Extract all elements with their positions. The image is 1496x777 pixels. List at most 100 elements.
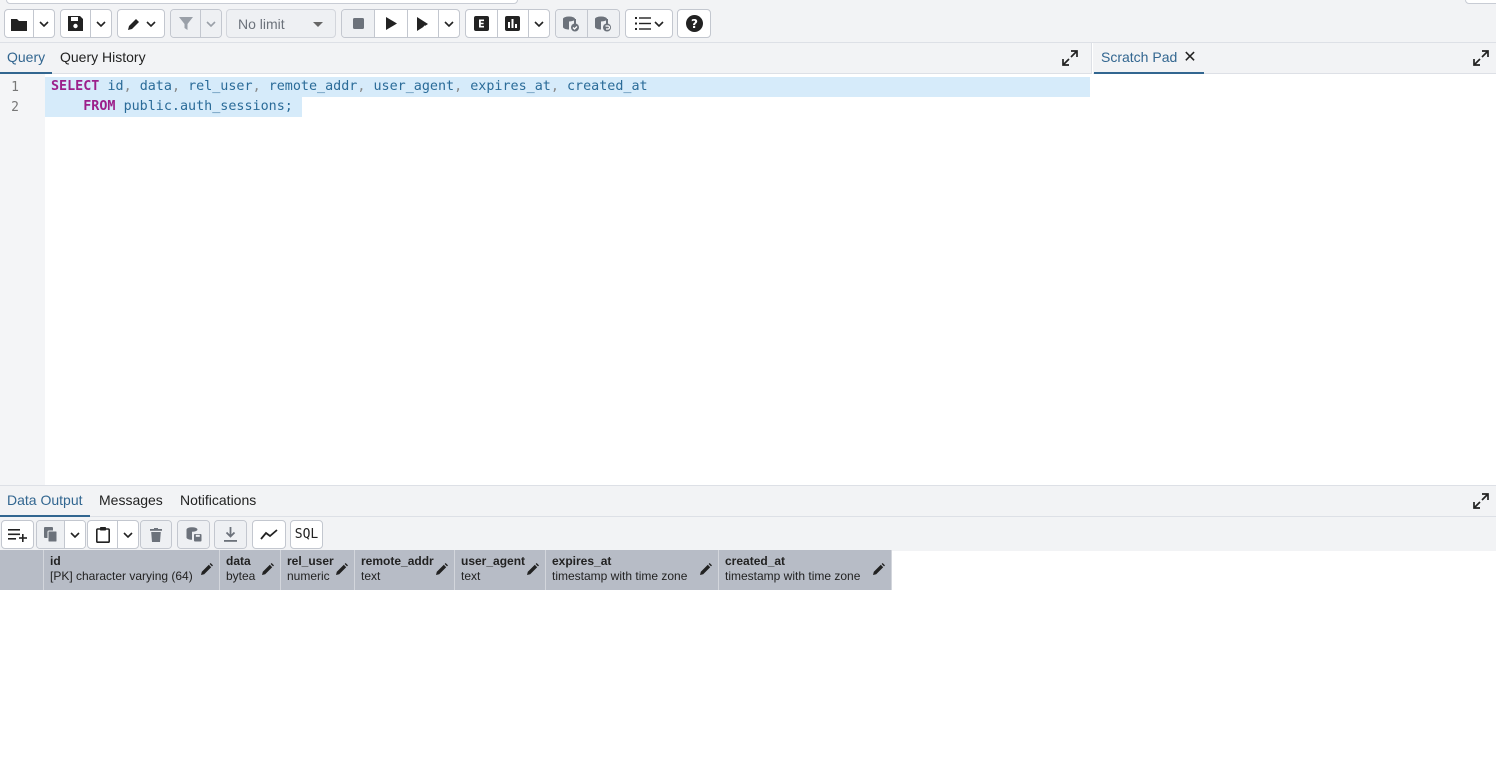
result-grid-body[interactable] [0,590,1496,777]
execute-group [341,9,460,38]
save-button[interactable] [61,10,92,37]
filter-dropdown[interactable] [201,10,221,37]
save-group [60,9,112,38]
explain-button[interactable] [466,10,498,37]
explain-analyze-button[interactable] [498,10,530,37]
column-name: id [50,554,61,568]
code-line-1[interactable]: SELECT id, data, rel_user, remote_addr, … [45,77,1090,97]
save-dropdown[interactable] [91,10,111,37]
play-script-icon [417,16,429,31]
column-header-user-agent[interactable]: user_agent text [455,550,546,590]
column-header-remote-addr[interactable]: remote_addr text [355,550,455,590]
line-number: 1 [11,80,19,95]
download-csv-button[interactable] [215,521,246,548]
open-file-dropdown[interactable] [34,10,54,37]
line-number: 2 [11,100,19,115]
top-right-tab-strip [1465,0,1496,4]
column-type: timestamp with time zone [552,569,688,583]
column-type: timestamp with time zone [725,569,861,583]
query-panel: Query Query History 1 2 SELECT id, data,… [0,43,1092,485]
tab-query[interactable]: Query [0,43,53,74]
add-row-group [1,520,34,549]
sql-editor[interactable]: 1 2 SELECT id, data, rel_user, remote_ad… [0,74,1092,485]
column-header-id[interactable]: id [PK] character varying (64) [44,550,220,590]
database-save-icon [186,527,201,542]
save-data-button[interactable] [178,521,209,548]
execute-dropdown[interactable] [439,10,459,37]
column-ref: remote_addr [268,79,358,94]
sql-group: SQL [290,520,323,549]
scratch-pad-panel: Scratch Pad ✕ [1093,43,1496,485]
line-gutter: 1 2 [0,74,45,485]
chevron-down-icon [96,20,106,27]
save-data-group [177,520,210,549]
column-ref: user_agent [373,79,455,94]
row-limit-value: No limit [238,15,285,32]
playlist-add-icon [7,528,27,542]
column-name: created_at [725,554,786,568]
tab-data-output[interactable]: Data Output [0,486,90,517]
copy-icon [43,526,58,542]
row-number-header[interactable] [0,550,44,590]
column-ref: id [107,79,124,94]
pencil-icon [527,563,539,575]
pencil-icon [436,563,448,575]
open-file-button[interactable] [5,10,35,37]
execute-script-button[interactable] [408,10,439,37]
top-tab-strip [6,0,518,4]
rollback-button[interactable] [587,10,619,37]
column-ref: data [139,79,172,94]
clipboard-icon [95,526,110,543]
maximize-query-icon[interactable] [1062,50,1078,66]
column-header-data[interactable]: data bytea [220,550,281,590]
tab-query-history[interactable]: Query History [53,43,153,74]
add-row-button[interactable] [2,521,33,548]
delete-row-button[interactable] [141,521,171,548]
paste-button[interactable] [88,521,119,548]
macros-button[interactable] [626,10,672,37]
commit-button[interactable] [556,10,588,37]
help-button[interactable]: ? [678,10,710,37]
tab-notifications[interactable]: Notifications [173,486,263,517]
database-check-icon [563,16,580,31]
column-header-rel-user[interactable]: rel_user numeric [281,550,355,590]
edit-group [117,9,165,38]
row-limit-select[interactable]: No limit [226,9,336,38]
graph-visualiser-button[interactable] [253,521,285,548]
output-tabbar: Data Output Messages Notifications [0,486,1496,517]
column-name: expires_at [552,554,612,568]
execute-button[interactable] [375,10,408,37]
close-icon[interactable]: ✕ [1183,43,1196,72]
copy-button[interactable] [37,521,66,548]
explain-group [465,9,550,38]
sql-button[interactable]: SQL [291,521,322,548]
chevron-down-icon [145,20,156,27]
explain-dropdown[interactable] [529,10,549,37]
scratch-pad-textarea[interactable] [1093,74,1496,485]
stop-button[interactable] [342,10,375,37]
sql-keyword: SELECT [51,79,100,94]
copy-group [36,520,86,549]
tab-scratch-pad[interactable]: Scratch Pad ✕ [1094,43,1204,74]
chevron-down-icon [444,20,454,27]
maximize-scratch-icon[interactable] [1473,50,1489,66]
filter-group [170,9,222,38]
scratch-tabbar: Scratch Pad ✕ [1093,43,1496,74]
copy-dropdown[interactable] [65,521,85,548]
tab-messages[interactable]: Messages [92,486,170,517]
sql-keyword: FROM [83,99,116,114]
column-ref: created_at [567,79,648,94]
macros-group [625,9,673,38]
chevron-down-icon [206,20,216,27]
edit-menu-button[interactable] [118,10,164,37]
pencil-icon [127,18,139,30]
filter-button[interactable] [171,10,202,37]
column-header-created-at[interactable]: created_at timestamp with time zone [719,550,892,590]
maximize-output-icon[interactable] [1473,493,1489,509]
download-group [214,520,247,549]
chevron-down-icon [534,20,544,27]
column-header-expires-at[interactable]: expires_at timestamp with time zone [546,550,719,590]
code-line-2[interactable]: FROM public.auth_sessions; [45,97,302,117]
folder-icon [11,18,28,31]
paste-dropdown[interactable] [118,521,138,548]
